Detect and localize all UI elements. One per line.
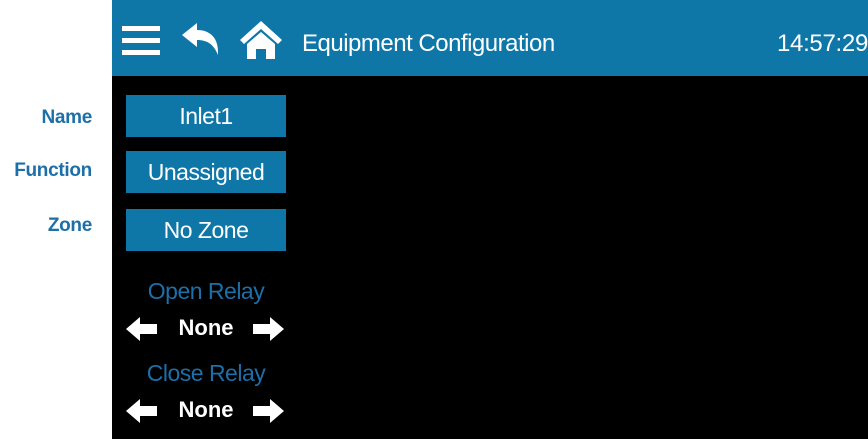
clock: 14:57:29 <box>776 30 868 57</box>
zone-field-button[interactable]: No Zone <box>126 209 286 251</box>
open-relay-title: Open Relay <box>147 278 265 304</box>
left-arrow-icon <box>126 317 157 341</box>
zone-label: Zone <box>47 215 92 236</box>
field-labels-panel: Name Function Zone <box>0 0 112 439</box>
device-screen: Equipment Configuration 14:57:29 Inlet1 … <box>112 0 868 439</box>
function-label: Function <box>14 160 92 181</box>
close-relay-title: Close Relay <box>146 360 266 386</box>
page-title: Equipment Configuration <box>302 30 555 57</box>
close-relay-selector: None <box>126 394 286 428</box>
open-relay-prev-button[interactable] <box>126 316 158 347</box>
close-relay-next-button[interactable] <box>252 398 284 429</box>
menu-icon[interactable] <box>122 19 160 59</box>
back-arrow-icon[interactable] <box>180 19 220 59</box>
name-label: Name <box>41 107 92 128</box>
header-bar: Equipment Configuration 14:57:29 <box>112 0 868 76</box>
function-field-button[interactable]: Unassigned <box>126 151 286 193</box>
home-icon[interactable] <box>238 19 284 59</box>
open-relay-next-button[interactable] <box>252 316 284 347</box>
right-arrow-icon <box>253 399 284 423</box>
left-arrow-icon <box>126 399 157 423</box>
open-relay-value: None <box>178 315 234 340</box>
close-relay-value: None <box>178 397 234 422</box>
right-arrow-icon <box>253 317 284 341</box>
close-relay-prev-button[interactable] <box>126 398 158 429</box>
open-relay-selector: None <box>126 312 286 346</box>
name-field-button[interactable]: Inlet1 <box>126 95 286 137</box>
